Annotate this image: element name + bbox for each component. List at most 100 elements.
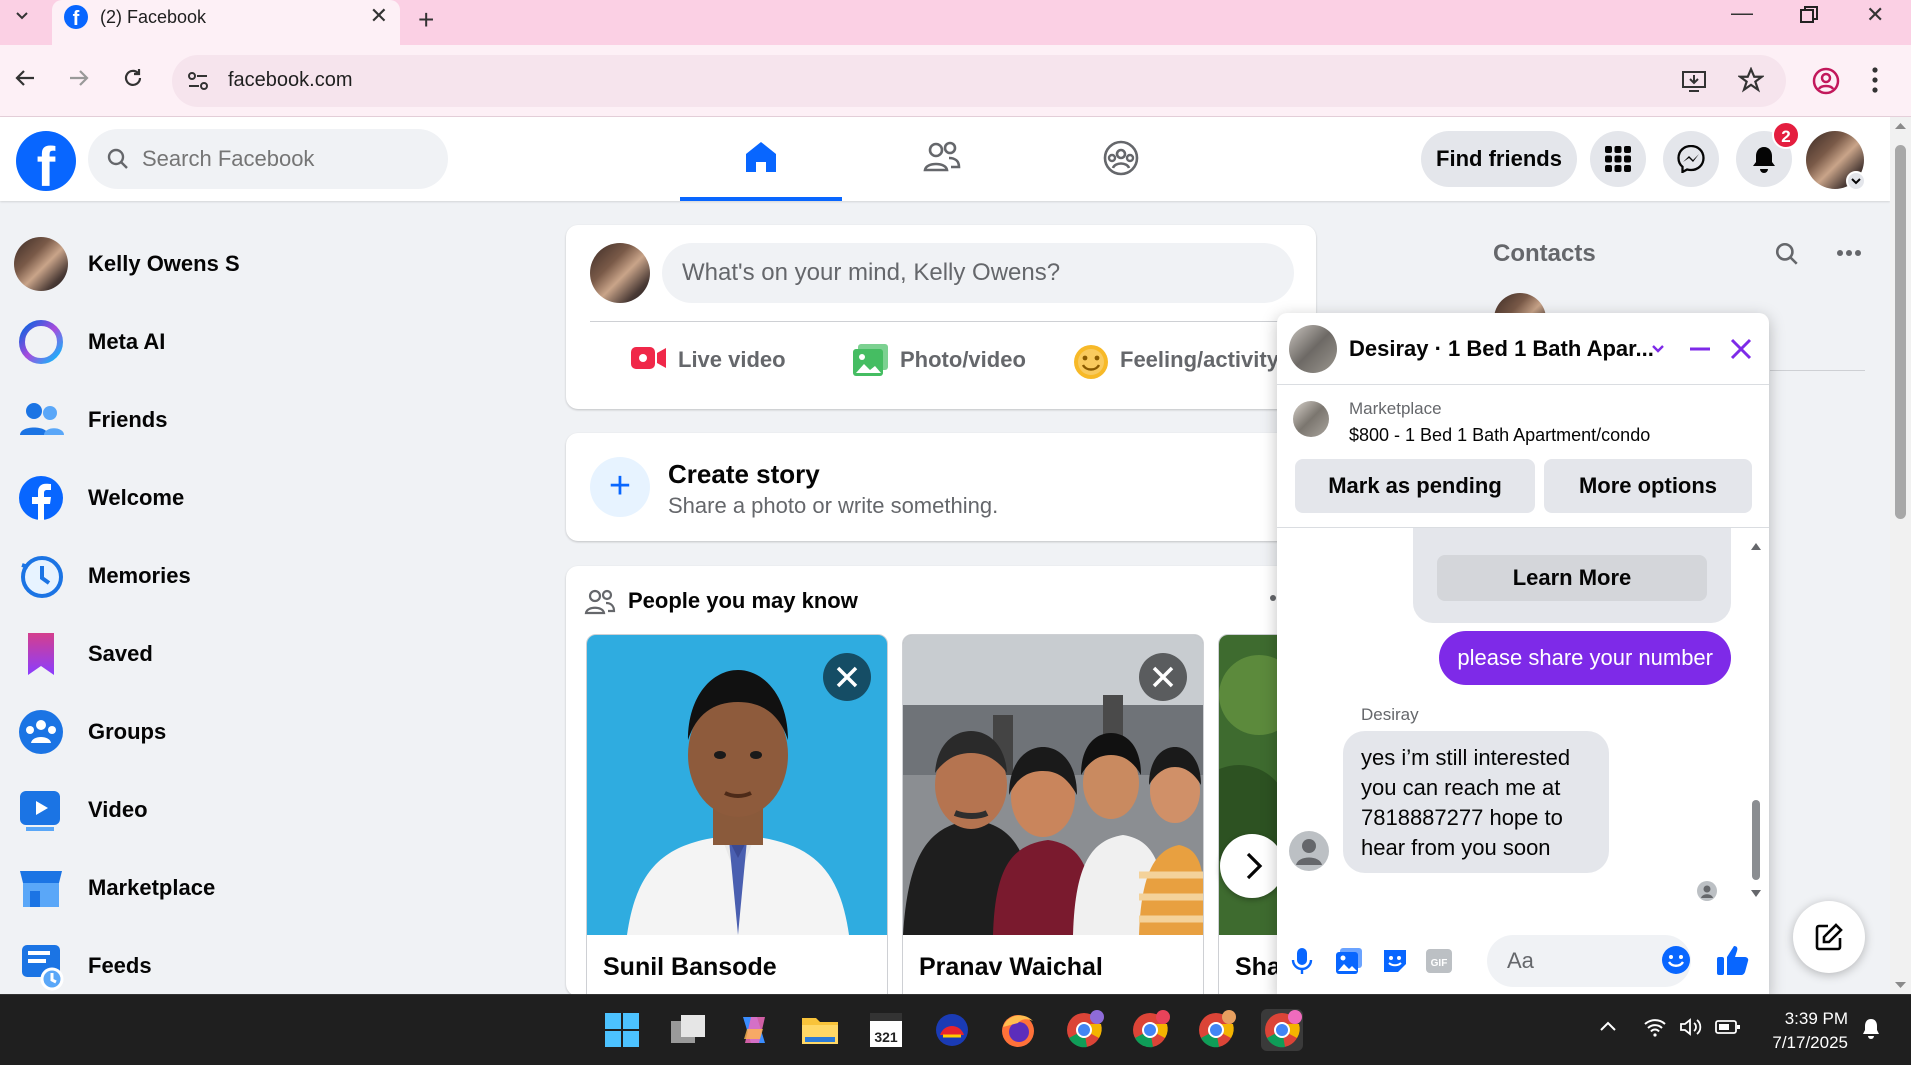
close-chat-icon[interactable] (1729, 337, 1753, 361)
browser-menu-icon[interactable] (1871, 65, 1879, 95)
video-editor-icon[interactable]: 321 (865, 1009, 907, 1051)
sticker-icon[interactable] (1381, 947, 1409, 975)
more-options-dot[interactable] (1270, 595, 1276, 601)
install-app-icon[interactable] (1680, 67, 1708, 95)
address-bar[interactable]: facebook.com (172, 55, 1786, 107)
profile-icon[interactable] (1812, 67, 1840, 95)
plus-icon: + (590, 457, 650, 517)
search-box[interactable] (88, 129, 448, 189)
tab-title: (2) Facebook (100, 7, 207, 27)
find-friends-button[interactable]: Find friends (1421, 131, 1577, 187)
new-message-button[interactable] (1793, 901, 1865, 973)
windows-start-icon[interactable] (601, 1009, 643, 1051)
task-view-icon[interactable] (667, 1009, 709, 1051)
more-options-button[interactable]: More options (1544, 459, 1752, 513)
page-scrollbar[interactable] (1890, 117, 1911, 994)
chat-options-chevron-icon[interactable] (1649, 339, 1667, 357)
copilot-icon[interactable] (733, 1009, 775, 1051)
composer-divider (590, 321, 1292, 322)
chrome-profile-4-icon[interactable] (1261, 1009, 1303, 1051)
wifi-icon[interactable] (1644, 1017, 1666, 1037)
back-icon[interactable] (14, 67, 36, 89)
sidebar-item-profile[interactable]: Kelly Owens S (14, 233, 534, 295)
post-composer: What's on your mind, Kelly Owens? Live v… (566, 225, 1316, 409)
sidebar-item-label: Groups (88, 719, 167, 744)
emoji-icon[interactable] (1661, 945, 1691, 975)
sidebar-item-friends[interactable]: Friends (14, 389, 534, 451)
battery-icon[interactable] (1715, 1017, 1741, 1037)
sidebar-item-feeds[interactable]: Feeds (14, 935, 534, 994)
tab-home[interactable] (680, 117, 842, 201)
mark-as-pending-button[interactable]: Mark as pending (1295, 459, 1535, 513)
minimize-window-icon[interactable]: — (1731, 2, 1753, 24)
sidebar-item-marketplace[interactable]: Marketplace (14, 857, 534, 919)
next-arrow-button[interactable] (1220, 834, 1284, 898)
svg-text:GIF: GIF (1431, 958, 1448, 969)
forward-icon[interactable] (68, 67, 90, 89)
incoming-message: yes i’m still interested you can reach m… (1343, 731, 1609, 873)
chat-scrollbar[interactable] (1749, 540, 1763, 900)
firefox-icon[interactable] (997, 1009, 1039, 1051)
tab-friends[interactable] (860, 117, 1022, 201)
whats-on-your-mind-input[interactable]: What's on your mind, Kelly Owens? (662, 243, 1294, 303)
chat-header[interactable]: Desiray · 1 Bed 1 Bath Apar... (1277, 313, 1769, 385)
close-tab-icon[interactable]: ✕ (370, 3, 388, 29)
person-name[interactable]: Sha (1235, 953, 1281, 982)
store-icon (14, 861, 68, 915)
chevron-down-icon[interactable] (1846, 171, 1866, 191)
microphone-icon[interactable] (1291, 947, 1313, 975)
notification-bell-icon[interactable] (1860, 1017, 1882, 1039)
close-window-icon[interactable]: ✕ (1866, 4, 1884, 26)
tab-groups[interactable] (1040, 117, 1202, 201)
new-tab-icon[interactable]: + (418, 6, 434, 34)
person-card[interactable]: Pranav Waichal (902, 634, 1204, 996)
contacts-more-icon[interactable] (1836, 249, 1862, 257)
chat-title[interactable]: Desiray · 1 Bed 1 Bath Apar... (1349, 336, 1654, 362)
bookmark-star-icon[interactable] (1738, 67, 1764, 93)
image-icon[interactable] (1335, 947, 1363, 975)
tab-search-chevron-icon[interactable] (14, 8, 30, 24)
app-icon[interactable] (931, 1009, 973, 1051)
search-input[interactable] (142, 141, 432, 177)
create-story-card[interactable]: + Create story Share a photo or write so… (566, 433, 1316, 541)
sidebar-item-label: Friends (88, 407, 168, 432)
video-icon (14, 783, 68, 837)
windows-taskbar: 321 3:39 PM 7/17/2025 (0, 994, 1911, 1065)
site-info-icon[interactable] (186, 69, 210, 93)
svg-text:321: 321 (874, 1029, 898, 1045)
dismiss-icon[interactable] (823, 653, 871, 701)
contacts-search-icon[interactable] (1774, 241, 1800, 267)
person-name[interactable]: Pranav Waichal (919, 953, 1103, 982)
marketplace-listing[interactable]: Marketplace $800 - 1 Bed 1 Bath Apartmen… (1277, 385, 1769, 445)
volume-icon[interactable] (1679, 1017, 1703, 1037)
person-card[interactable]: Sunil Bansode (586, 634, 888, 996)
reload-icon[interactable] (122, 67, 144, 89)
sidebar-item-saved[interactable]: Saved (14, 623, 534, 685)
menu-button[interactable] (1590, 131, 1646, 187)
sidebar-item-label: Welcome (88, 485, 185, 510)
sidebar-item-meta-ai[interactable]: Meta AI (14, 311, 534, 373)
facebook-logo-icon[interactable]: f (16, 131, 76, 191)
sidebar-item-welcome[interactable]: Welcome (14, 467, 534, 529)
chrome-profile-1-icon[interactable] (1063, 1009, 1105, 1051)
person-name[interactable]: Sunil Bansode (603, 953, 777, 982)
system-clock[interactable]: 3:39 PM 7/17/2025 (1758, 1007, 1848, 1055)
photo-video-label: Photo/video (900, 347, 1026, 372)
sidebar-item-video[interactable]: Video (14, 779, 534, 841)
gif-icon[interactable]: GIF (1425, 947, 1453, 975)
dismiss-icon[interactable] (1139, 653, 1187, 701)
restore-window-icon[interactable] (1800, 6, 1818, 24)
messenger-button[interactable] (1663, 131, 1719, 187)
show-hidden-icons-icon[interactable] (1598, 1017, 1618, 1037)
page-scrollbar-thumb[interactable] (1895, 145, 1906, 519)
learn-more-button[interactable]: Learn More (1437, 555, 1707, 601)
minimize-chat-icon[interactable] (1688, 337, 1712, 361)
chrome-profile-3-icon[interactable] (1195, 1009, 1237, 1051)
photo-video-icon (852, 343, 890, 377)
chrome-profile-2-icon[interactable] (1129, 1009, 1171, 1051)
file-explorer-icon[interactable] (799, 1009, 841, 1051)
sidebar-item-memories[interactable]: Memories (14, 545, 534, 607)
thumbs-up-icon[interactable] (1716, 943, 1750, 977)
browser-tab-facebook[interactable]: f (2) Facebook ✕ (52, 0, 400, 45)
sidebar-item-groups[interactable]: Groups (14, 701, 534, 763)
